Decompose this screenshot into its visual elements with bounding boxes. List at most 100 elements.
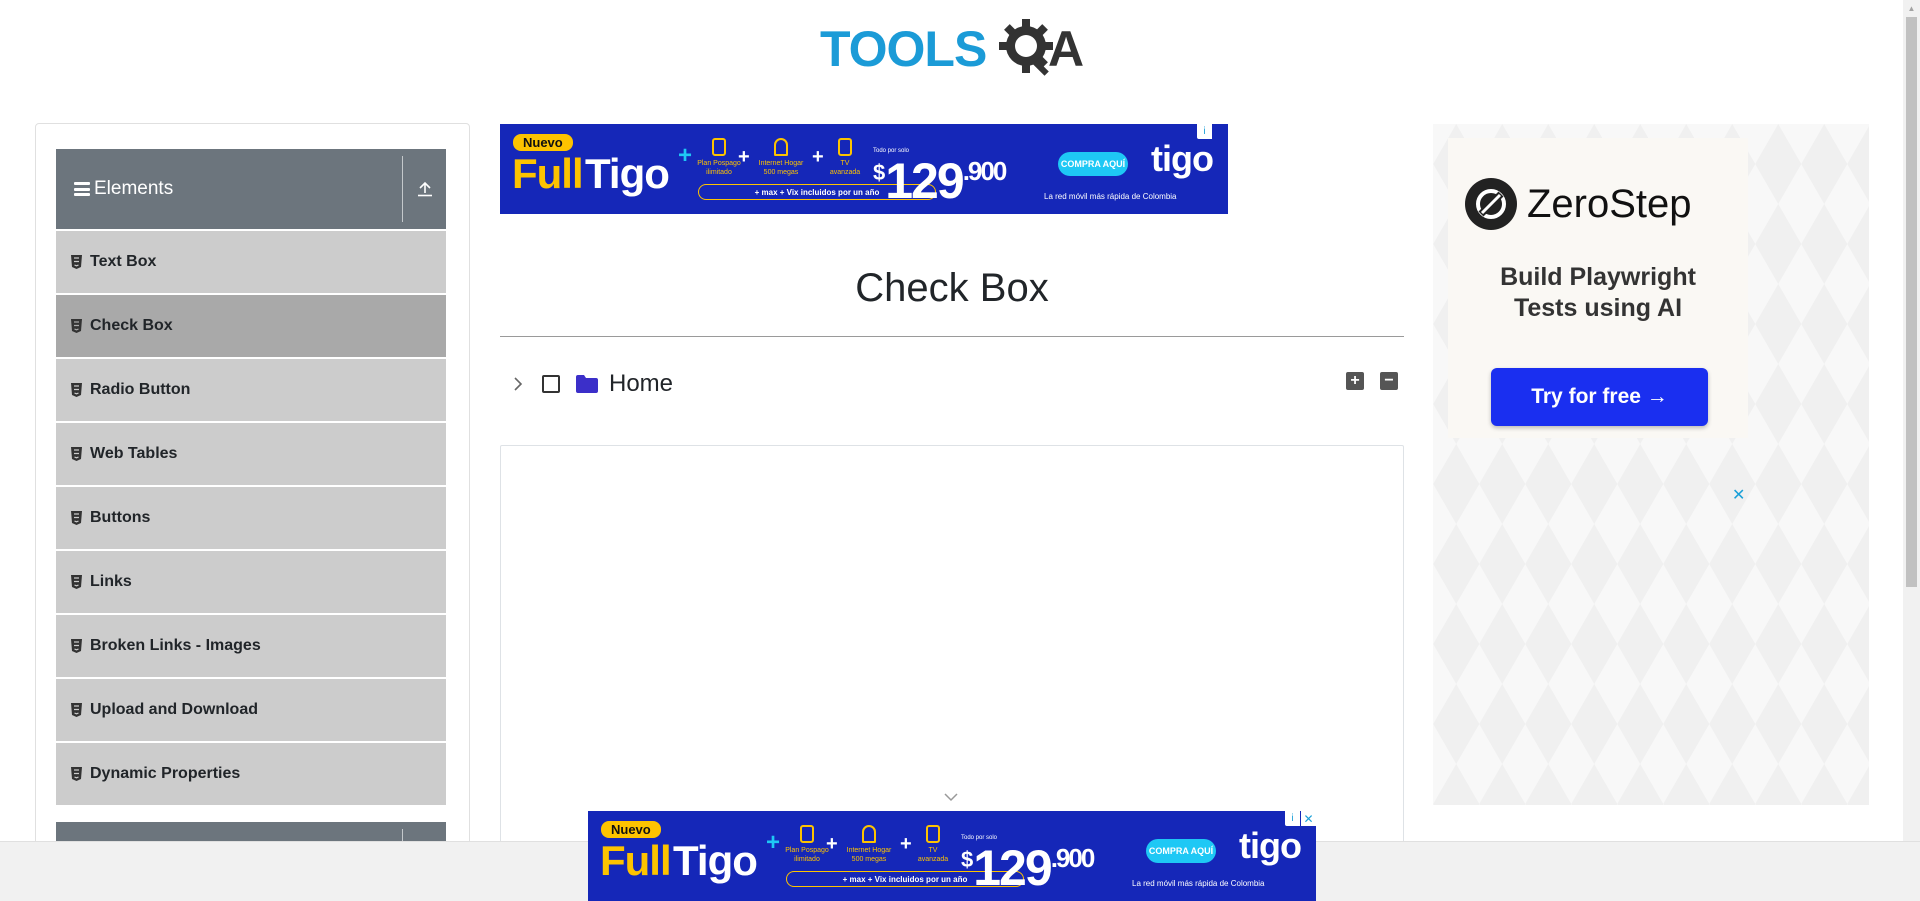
tree-node-home: Home + −	[500, 364, 1404, 404]
sidebar-item-label: Buttons	[90, 509, 151, 526]
sidebar-item-broken-links-images[interactable]: Broken Links - Images	[56, 615, 446, 677]
scrollbar-thumb[interactable]	[1906, 17, 1917, 587]
ad-close-icon[interactable]: ✕	[1732, 485, 1745, 505]
logo-text-tools: TOOLS	[820, 21, 986, 76]
ad-feature-3: TV avanzada	[914, 825, 952, 864]
zerostep-ad[interactable]: ZeroStep Build Playwright Tests using AI…	[1433, 124, 1869, 805]
tree-actions: + −	[1346, 372, 1398, 390]
sidebar-group-elements[interactable]: Elements	[56, 149, 446, 229]
ad-brand-logo: tigo	[1151, 138, 1214, 179]
sidebar-item-label: Check Box	[90, 317, 173, 334]
hamburger-icon	[74, 182, 90, 196]
sidebar-item-buttons[interactable]: Buttons	[56, 487, 446, 549]
ad-price: $129.900	[961, 840, 1095, 896]
zerostep-logo: ZeroStep	[1465, 178, 1692, 230]
ad-plus-2: +	[812, 146, 824, 168]
expand-all-button[interactable]: +	[1346, 372, 1364, 390]
html5-icon	[71, 447, 82, 461]
ad-plus-text: +	[678, 142, 693, 169]
html5-icon	[71, 255, 82, 269]
phone-icon	[712, 138, 726, 156]
arrow-up-icon	[417, 181, 432, 197]
sidebar-item-text-box[interactable]: Text Box	[56, 231, 446, 293]
ad-feature-2: Internet Hogar 500 megas	[844, 825, 894, 864]
html5-icon	[71, 383, 82, 397]
zerostep-headline: Build Playwright Tests using AI	[1500, 263, 1696, 322]
sidebar-item-label: Broken Links - Images	[90, 637, 261, 654]
ad-feature-1: Plan Pospago ilimitado	[696, 138, 742, 177]
ad-tagline: La red móvil más rápida de Colombia	[1044, 192, 1177, 201]
ad-info-icon[interactable]: i	[1285, 811, 1300, 826]
html5-icon	[71, 639, 82, 653]
sidebar-menu: Text Box Check Box Radio Button Web Tabl…	[56, 231, 446, 807]
zerostep-brand-name: ZeroStep	[1527, 181, 1692, 226]
result-area	[500, 445, 1404, 865]
ad-plus-1: +	[826, 833, 838, 855]
ad-brand-logo: tigo	[1239, 825, 1302, 866]
zerostep-ad-card: ZeroStep Build Playwright Tests using AI…	[1448, 138, 1748, 438]
toolsqa-logo-graphic: TOOLS A	[820, 19, 1084, 76]
sidebar-item-upload-and-download[interactable]: Upload and Download	[56, 679, 446, 741]
sidebar-item-label: Upload and Download	[90, 701, 258, 718]
tigo-ad-banner-bottom[interactable]: Nuevo Full Tigo + Plan Pospago ilimitado…	[588, 811, 1316, 901]
sidebar-item-dynamic-properties[interactable]: Dynamic Properties	[56, 743, 446, 805]
title-divider	[500, 336, 1404, 337]
html5-icon	[71, 319, 82, 333]
html5-icon	[71, 703, 82, 717]
chevron-right-icon[interactable]	[510, 376, 526, 392]
sidebar-item-label: Text Box	[90, 253, 157, 270]
try-for-free-button[interactable]: Try for free →	[1491, 368, 1708, 426]
sidebar-item-links[interactable]: Links	[56, 551, 446, 613]
sidebar-item-label: Links	[90, 573, 132, 590]
ad-tagline: La red móvil más rápida de Colombia	[1132, 879, 1265, 888]
phone-icon	[800, 825, 814, 843]
site-header: TOOLS A	[0, 0, 1903, 100]
sidebar-group-title: Elements	[94, 178, 174, 199]
sidebar-item-label: Radio Button	[90, 381, 191, 398]
scroll-up-arrow-icon[interactable]: ▲	[1903, 0, 1920, 17]
zerostep-logo-icon	[1465, 178, 1517, 230]
chevron-down-icon[interactable]	[943, 792, 959, 802]
tigo-ad-banner-top[interactable]: Nuevo Full Tigo + Plan Pospago ilimitado…	[500, 124, 1228, 214]
html5-icon	[71, 511, 82, 525]
sidebar-item-check-box[interactable]: Check Box	[56, 295, 446, 357]
ad-feature-3: TV avanzada	[826, 138, 864, 177]
ad-plus-text: +	[766, 829, 781, 856]
tv-icon	[926, 825, 940, 843]
ad-full-text: Full	[512, 150, 584, 197]
gear-icon	[998, 19, 1053, 76]
ad-compra-button[interactable]: COMPRA AQUÍ	[1058, 152, 1128, 176]
sidebar: Elements Text Box Check Box Radio Button…	[35, 123, 470, 863]
folder-icon	[576, 375, 598, 393]
wifi-icon	[862, 825, 876, 843]
tree-node-label[interactable]: Home	[609, 370, 673, 398]
wifi-icon	[774, 138, 788, 156]
ad-badge: Nuevo	[601, 821, 661, 838]
ad-plus-2: +	[900, 833, 912, 855]
toolsqa-logo[interactable]: TOOLS A	[820, 16, 1084, 76]
tv-icon	[838, 138, 852, 156]
ad-price: $129.900	[873, 153, 1007, 209]
collapse-group-button[interactable]	[403, 149, 446, 229]
home-checkbox[interactable]	[542, 375, 560, 393]
ad-feature-2: Internet Hogar 500 megas	[756, 138, 806, 177]
html5-icon	[71, 575, 82, 589]
ad-feature-1: Plan Pospago ilimitado	[784, 825, 830, 864]
ad-badge: Nuevo	[513, 134, 573, 151]
ad-tigo-text: Tigo	[585, 150, 670, 197]
ad-tigo-text: Tigo	[673, 837, 758, 884]
collapse-all-button[interactable]: −	[1380, 372, 1398, 390]
ad-close-icon[interactable]: ✕	[1301, 811, 1316, 826]
vertical-scrollbar[interactable]: ▲	[1903, 0, 1920, 841]
page-title: Check Box	[855, 266, 1049, 310]
logo-text-a: A	[1048, 21, 1084, 76]
sidebar-item-label: Web Tables	[90, 445, 178, 462]
ad-compra-button[interactable]: COMPRA AQUÍ	[1146, 839, 1216, 863]
ad-full-text: Full	[600, 837, 672, 884]
ad-info-icon[interactable]: i	[1197, 124, 1212, 139]
ad-plus-1: +	[738, 146, 750, 168]
sidebar-item-label: Dynamic Properties	[90, 765, 241, 782]
sidebar-item-radio-button[interactable]: Radio Button	[56, 359, 446, 421]
sidebar-item-web-tables[interactable]: Web Tables	[56, 423, 446, 485]
html5-icon	[71, 767, 82, 781]
